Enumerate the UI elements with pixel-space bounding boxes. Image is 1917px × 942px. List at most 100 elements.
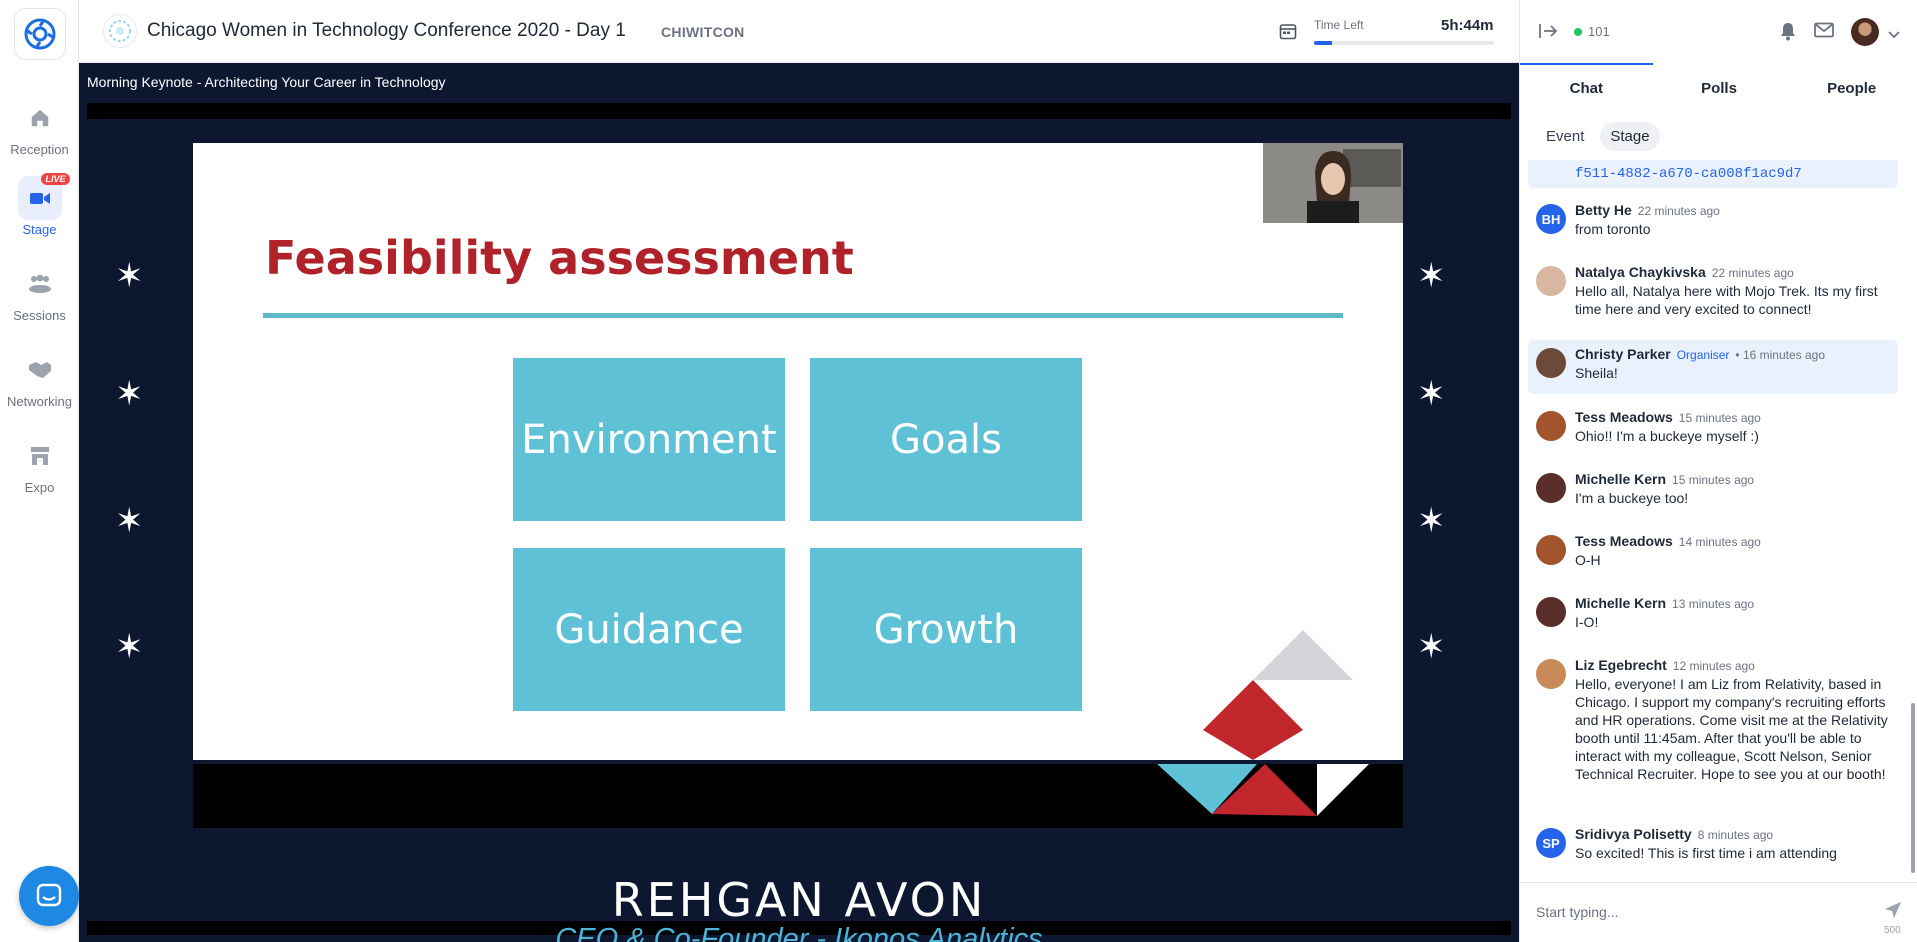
- home-icon: [18, 96, 62, 140]
- chat-message: Natalya Chaykivska 22 minutes ago Hello a…: [1528, 258, 1898, 326]
- avatar: [1536, 411, 1566, 441]
- chat-bubble-icon: [36, 883, 62, 907]
- message-time: 12 minutes ago: [1672, 659, 1755, 673]
- message-time: 22 minutes ago: [1637, 204, 1720, 218]
- chat-input[interactable]: [1536, 899, 1856, 925]
- sender-name[interactable]: Michelle Kern: [1575, 595, 1666, 611]
- chat-feed[interactable]: f511-4882-a670-ca008f1ac9d7 BH Betty He 2…: [1520, 160, 1910, 878]
- chat-scrollbar[interactable]: [1910, 160, 1916, 878]
- panel-tabs: Chat Polls People: [1520, 63, 1917, 113]
- collapse-panel-icon[interactable]: [1538, 22, 1558, 45]
- chevron-down-icon[interactable]: [1888, 26, 1900, 44]
- nav-label: Expo: [24, 480, 55, 495]
- tab-people[interactable]: People: [1785, 63, 1917, 113]
- slide-tile: Guidance: [513, 548, 785, 711]
- online-count: 101: [1588, 24, 1610, 39]
- nav-sessions[interactable]: Sessions: [0, 258, 79, 338]
- star-decoration-icon: ✶: [1417, 257, 1446, 295]
- app-logo[interactable]: [14, 8, 66, 60]
- message-header: Betty He 22 minutes ago: [1575, 202, 1720, 218]
- side-panel: 101 Chat Polls People Event Stage f511-4…: [1519, 0, 1917, 942]
- time-progress-bar: [1314, 41, 1494, 45]
- help-chat-button[interactable]: [19, 866, 79, 926]
- scrollbar-thumb[interactable]: [1911, 703, 1915, 873]
- message-text: Hello, everyone! I am Liz from Relativit…: [1575, 676, 1888, 782]
- avatar: [1536, 597, 1566, 627]
- slide-tile: Goals: [810, 358, 1082, 521]
- mail-icon[interactable]: [1814, 22, 1834, 43]
- event-logo-icon: [103, 14, 137, 48]
- star-decoration-icon: ✶: [115, 375, 144, 413]
- sender-name[interactable]: Natalya Chaykivska: [1575, 264, 1706, 280]
- chat-message-link: f511-4882-a670-ca008f1ac9d7: [1528, 160, 1898, 188]
- sender-name[interactable]: Sridivya Polisetty: [1575, 826, 1692, 842]
- tab-chat[interactable]: Chat: [1520, 63, 1653, 113]
- handshake-icon: [18, 348, 62, 392]
- session-title: Morning Keynote - Architecting Your Care…: [87, 74, 446, 90]
- message-header: Sridivya Polisetty 8 minutes ago: [1575, 826, 1773, 842]
- message-header: Michelle Kern 15 minutes ago: [1575, 471, 1754, 487]
- calendar-icon[interactable]: [1279, 22, 1297, 45]
- sender-name[interactable]: Liz Egebrecht: [1575, 657, 1667, 673]
- avatar: [1536, 266, 1566, 296]
- star-decoration-icon: ✶: [1417, 502, 1446, 540]
- live-badge: LIVE: [41, 173, 70, 185]
- slide-tile: Growth: [810, 548, 1082, 711]
- online-status-dot: [1574, 28, 1582, 36]
- message-time: 14 minutes ago: [1678, 535, 1761, 549]
- nav-expo[interactable]: Expo: [0, 430, 79, 510]
- organiser-badge: Organiser: [1676, 348, 1730, 362]
- message-text: Sheila!: [1575, 365, 1618, 381]
- sender-name[interactable]: Tess Meadows: [1575, 533, 1673, 549]
- chat-message: Michelle Kern 13 minutes ago I-O!: [1528, 589, 1898, 639]
- message-header: Christy Parker Organiser • 16 minutes ago: [1575, 346, 1825, 362]
- nav-label: Stage: [22, 222, 57, 237]
- message-text: I-O!: [1575, 614, 1599, 630]
- nav-label: Reception: [10, 142, 69, 157]
- star-decoration-icon: ✶: [115, 628, 144, 666]
- chat-message: Tess Meadows 15 minutes ago Ohio!! I'm a …: [1528, 403, 1898, 453]
- nav-reception[interactable]: Reception: [0, 92, 79, 172]
- speaker-webcam-thumbnail: [1263, 143, 1403, 223]
- star-decoration-icon: ✶: [115, 257, 144, 295]
- message-time: 15 minutes ago: [1678, 411, 1761, 425]
- event-code: CHIWITCON: [661, 24, 745, 40]
- send-icon[interactable]: [1884, 901, 1902, 924]
- message-time: 8 minutes ago: [1697, 828, 1774, 842]
- nav-stage[interactable]: LIVE Stage: [0, 172, 79, 252]
- avatar: [1536, 473, 1566, 503]
- message-time: 15 minutes ago: [1672, 473, 1755, 487]
- nav-networking[interactable]: Networking: [0, 344, 79, 424]
- chat-message-highlighted: Christy Parker Organiser • 16 minutes ago …: [1528, 340, 1898, 394]
- star-decoration-icon: ✶: [1417, 375, 1446, 413]
- chat-subtabs: Event Stage: [1536, 122, 1660, 151]
- message-link-text[interactable]: f511-4882-a670-ca008f1ac9d7: [1575, 166, 1802, 182]
- message-header: Michelle Kern 13 minutes ago: [1575, 595, 1754, 611]
- avatar: [1536, 348, 1566, 378]
- star-decoration-icon: ✶: [115, 502, 144, 540]
- left-navigation: Reception LIVE Stage Sessions Networking…: [0, 0, 79, 942]
- message-time: • 16 minutes ago: [1735, 348, 1825, 362]
- chat-message: Michelle Kern 15 minutes ago I'm a buckey…: [1528, 465, 1898, 515]
- sender-name[interactable]: Tess Meadows: [1575, 409, 1673, 425]
- sender-name[interactable]: Michelle Kern: [1575, 471, 1666, 487]
- tab-polls[interactable]: Polls: [1653, 63, 1786, 113]
- user-avatar[interactable]: [1851, 18, 1879, 46]
- time-left-label: Time Left: [1314, 18, 1364, 32]
- video-player[interactable]: ✶ ✶ ✶ ✶ ✶ ✶ ✶ ✶ Feasibility assessment E…: [87, 103, 1511, 942]
- message-time: 22 minutes ago: [1711, 266, 1794, 280]
- sender-name[interactable]: Christy Parker: [1575, 346, 1671, 362]
- slide-corner-graphic-lower: [1157, 764, 1369, 816]
- chat-message: SP Sridivya Polisetty 8 minutes ago So ex…: [1528, 820, 1898, 870]
- subtab-event[interactable]: Event: [1536, 122, 1594, 151]
- stage-area: Morning Keynote - Architecting Your Care…: [79, 63, 1519, 942]
- slide-divider: [263, 313, 1343, 318]
- avatar: [1536, 535, 1566, 565]
- nav-label: Sessions: [13, 308, 66, 323]
- message-header: Tess Meadows 15 minutes ago: [1575, 409, 1761, 425]
- sender-name[interactable]: Betty He: [1575, 202, 1632, 218]
- subtab-stage[interactable]: Stage: [1600, 122, 1660, 151]
- speaker-name: REHGAN AVON: [611, 873, 987, 927]
- message-time: 13 minutes ago: [1672, 597, 1755, 611]
- bell-icon[interactable]: [1779, 21, 1797, 46]
